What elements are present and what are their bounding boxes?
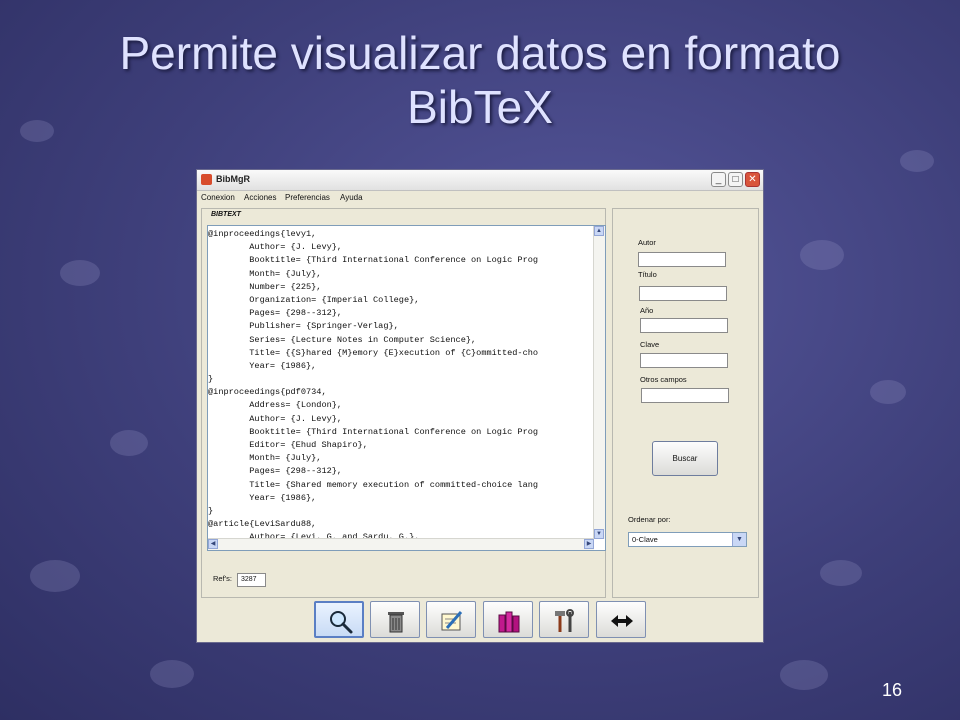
bibtex-line: } [208, 374, 214, 385]
menu-conexion[interactable]: Conexion [201, 193, 235, 202]
scroll-right-icon[interactable]: ▶ [584, 539, 594, 549]
background-bubble [60, 260, 100, 286]
bibtex-text-area[interactable]: @inproceedings{levy1, Author= {J. Levy},… [207, 225, 606, 551]
menu-acciones[interactable]: Acciones [244, 193, 276, 202]
bibtex-line: @inproceedings{levy1, [208, 229, 317, 239]
anio-input[interactable] [640, 318, 728, 333]
bibtex-line: @inproceedings{pdf0734, [208, 387, 327, 398]
refs-count-field: 3287 [237, 573, 266, 587]
ordenar-por-select[interactable]: 0-Clave ▼ [628, 532, 747, 547]
titulo-input[interactable] [639, 286, 727, 301]
background-bubble [800, 240, 844, 270]
bibtex-line: Publisher= {Springer-Verlag}, [208, 321, 399, 332]
maximize-button[interactable]: □ [728, 172, 743, 187]
bibmgr-window: BibMgR _ □ ✕ Conexion Acciones Preferenc… [196, 169, 764, 643]
app-logo-icon [201, 174, 212, 185]
background-bubble [900, 150, 934, 172]
bibtex-line: Booktitle= {Third International Conferen… [208, 255, 539, 266]
otros-campos-label: Otros campos [640, 375, 687, 384]
bibtex-line: Series= {Lecture Notes in Computer Scien… [208, 334, 477, 345]
bibtex-line: @article{LeviSardu88, [208, 519, 317, 530]
bibtex-line: Title= {{S}hared {M}emory {E}xecution of… [208, 347, 539, 358]
slide-number: 16 [881, 680, 902, 700]
tools-icon [555, 609, 574, 632]
clave-label: Clave [640, 340, 660, 349]
bibtex-line: Organization= {Imperial College}, [208, 294, 420, 305]
bibtex-line: Year= {1986}, [208, 360, 317, 371]
titulo-label: Título [638, 270, 657, 279]
vertical-scrollbar[interactable]: ▲ ▼ [593, 226, 605, 539]
menu-ayuda[interactable]: Ayuda [340, 193, 363, 202]
edit-button[interactable] [426, 601, 476, 638]
bibtex-line: Author= {J. Levy}, [208, 413, 343, 424]
search-icon [330, 611, 353, 634]
menu-bar: Conexion Acciones Preferencias Ayuda [197, 191, 763, 205]
background-bubble [30, 560, 80, 592]
background-bubble [110, 430, 148, 456]
clave-input[interactable] [640, 353, 728, 368]
buscar-button[interactable]: Buscar [652, 441, 718, 476]
minimize-button[interactable]: _ [711, 172, 726, 187]
background-bubble [870, 380, 906, 404]
bibtex-line: Title= {Shared memory execution of commi… [208, 479, 539, 490]
ordenar-por-value: 0-Clave [632, 535, 658, 544]
autor-input[interactable] [638, 252, 726, 267]
otros-campos-input[interactable] [641, 388, 729, 403]
bibtex-line: Editor= {Ehud Shapiro}, [208, 440, 368, 450]
bibtex-line: } [208, 505, 214, 516]
scroll-left-icon[interactable]: ◀ [208, 539, 218, 549]
bibtex-line: Year= {1986}, [208, 492, 317, 503]
tools-button[interactable] [539, 601, 589, 638]
bibtex-line: Pages= {298--312}, [208, 466, 343, 477]
bibtex-line: Month= {July}, [208, 453, 322, 464]
bibtex-content: @inproceedings{levy1, Author= {J. Levy},… [208, 228, 593, 538]
bibtex-line: Author= {Levi, G. and Sardu, G.}, [208, 532, 420, 538]
horizontal-scrollbar[interactable]: ◀ ▶ [208, 538, 594, 550]
bottom-toolbar [197, 598, 763, 642]
background-bubble [150, 660, 194, 688]
close-button[interactable]: ✕ [745, 172, 760, 187]
bibtex-line: Address= {London}, [208, 400, 343, 411]
background-bubble [780, 660, 828, 690]
bibtex-line: Booktitle= {Third International Conferen… [208, 426, 539, 437]
autor-label: Autor [638, 238, 656, 247]
swap-arrows-icon [611, 615, 633, 627]
books-icon [498, 611, 520, 633]
slide-title-line-2: BibTeX [407, 81, 553, 133]
trash-icon [388, 612, 404, 633]
bibtex-line: Author= {J. Levy}, [208, 242, 343, 253]
scroll-down-icon[interactable]: ▼ [594, 529, 604, 539]
title-bar: BibMgR _ □ ✕ [197, 170, 763, 191]
bibtex-panel-label: BIBTEXT [211, 211, 241, 218]
search-button[interactable] [314, 601, 364, 638]
menu-preferencias[interactable]: Preferencias [285, 193, 330, 202]
bibtex-line: Pages= {298--312}, [208, 308, 343, 319]
bibtex-line: Month= {July}, [208, 268, 322, 279]
slide-title-line-1: Permite visualizar datos en formato [119, 27, 841, 79]
bibtex-line: Number= {225}, [208, 281, 322, 292]
chevron-down-icon[interactable]: ▼ [732, 533, 746, 546]
swap-button[interactable] [596, 601, 646, 638]
books-button[interactable] [483, 601, 533, 638]
slide-title: Permite visualizar datos en formato BibT… [0, 26, 960, 134]
background-bubble [820, 560, 862, 586]
ordenar-por-label: Ordenar por: [628, 515, 671, 524]
anio-label: Año [640, 306, 654, 315]
scroll-up-icon[interactable]: ▲ [594, 226, 604, 236]
app-title: BibMgR [216, 174, 250, 184]
delete-button[interactable] [370, 601, 420, 638]
refs-label: Ref's: [213, 574, 232, 583]
edit-icon [441, 611, 463, 631]
